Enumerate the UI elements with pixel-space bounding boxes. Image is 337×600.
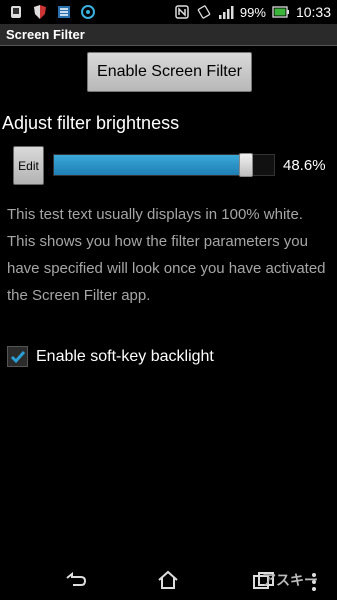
checkmark-icon: [10, 350, 25, 363]
nfc-icon: [175, 5, 189, 19]
brightness-value: 48.6%: [283, 157, 326, 174]
preview-description: This test text usually displays in 100% …: [7, 206, 326, 304]
enable-screen-filter-button[interactable]: Enable Screen Filter: [87, 52, 252, 92]
edit-button[interactable]: Edit: [13, 146, 44, 185]
signal-icon: [218, 6, 234, 19]
back-icon[interactable]: [64, 568, 88, 592]
brightness-slider[interactable]: [53, 153, 275, 177]
navigation-bar: アスキー: [0, 560, 337, 600]
battery-percent: 99%: [239, 4, 266, 20]
softkey-backlight-checkbox[interactable]: [7, 346, 28, 367]
app-title-bar: Screen Filter: [0, 24, 337, 46]
clock: 10:33: [295, 4, 331, 20]
rotate-icon: [197, 5, 211, 19]
phone-icon: [11, 6, 21, 18]
status-bar: 99% 10:33: [0, 0, 337, 24]
battery-icon: [272, 6, 289, 18]
brightness-heading: Adjust filter brightness: [2, 113, 180, 133]
slider-fill: [54, 155, 247, 175]
shield-icon: [34, 5, 46, 19]
slider-thumb[interactable]: [239, 153, 254, 177]
home-icon[interactable]: [156, 568, 180, 592]
softkey-backlight-row[interactable]: Enable soft-key backlight: [7, 346, 214, 367]
softkey-backlight-label: Enable soft-key backlight: [36, 347, 214, 365]
dev-icon: [58, 6, 70, 18]
sync-icon: [81, 5, 95, 19]
app-title: Screen Filter: [6, 27, 85, 42]
watermark: アスキー: [262, 572, 318, 588]
